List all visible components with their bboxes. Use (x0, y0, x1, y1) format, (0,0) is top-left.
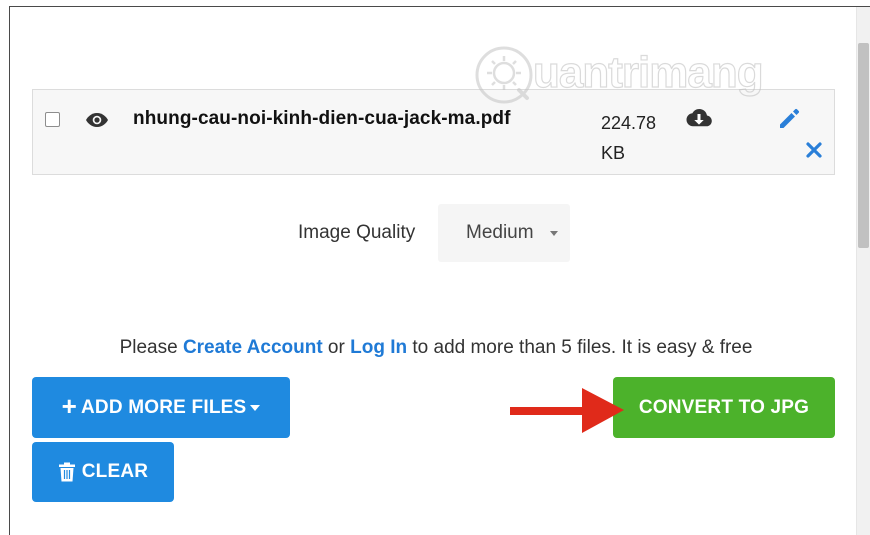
trash-icon (58, 462, 75, 482)
file-select-checkbox[interactable] (45, 112, 60, 127)
cloud-download-icon[interactable] (685, 107, 713, 129)
file-row: nhung-cau-noi-kinh-dien-cua-jack-ma.pdf … (32, 89, 835, 175)
scrollbar[interactable] (856, 7, 870, 535)
log-in-link[interactable]: Log In (350, 337, 407, 358)
eye-icon[interactable] (85, 112, 109, 128)
file-size: 224.78 KB (601, 108, 671, 168)
red-arrow-annotation (510, 388, 624, 433)
add-more-files-button[interactable]: + ADD MORE FILES (32, 377, 290, 438)
convert-to-jpg-button[interactable]: CONVERT TO JPG (613, 377, 835, 438)
file-limit-notice: Please Create Account or Log In to add m… (1, 337, 870, 359)
file-size-unit: KB (601, 143, 626, 163)
create-account-link[interactable]: Create Account (183, 337, 323, 358)
pencil-icon[interactable] (777, 107, 801, 131)
clear-label: CLEAR (81, 461, 149, 482)
image-quality-select[interactable]: Medium (438, 204, 570, 262)
clear-button[interactable]: CLEAR (32, 442, 174, 502)
notice-prefix: Please (119, 337, 183, 358)
chevron-down-icon (250, 404, 261, 411)
file-name: nhung-cau-noi-kinh-dien-cua-jack-ma.pdf (133, 108, 511, 129)
notice-suffix: to add more than 5 files. It is easy & f… (407, 337, 753, 358)
image-quality-label: Image Quality (298, 222, 416, 243)
close-icon[interactable] (805, 141, 823, 159)
plus-icon: + (61, 391, 78, 421)
notice-middle: or (322, 337, 351, 358)
convert-to-jpg-label: CONVERT TO JPG (638, 396, 810, 418)
add-more-files-label: ADD MORE FILES (81, 396, 247, 418)
scrollbar-thumb[interactable] (858, 43, 869, 248)
image-quality-value: Medium (466, 222, 534, 243)
file-size-value: 224.78 (601, 113, 657, 133)
chevron-down-icon (550, 231, 558, 236)
